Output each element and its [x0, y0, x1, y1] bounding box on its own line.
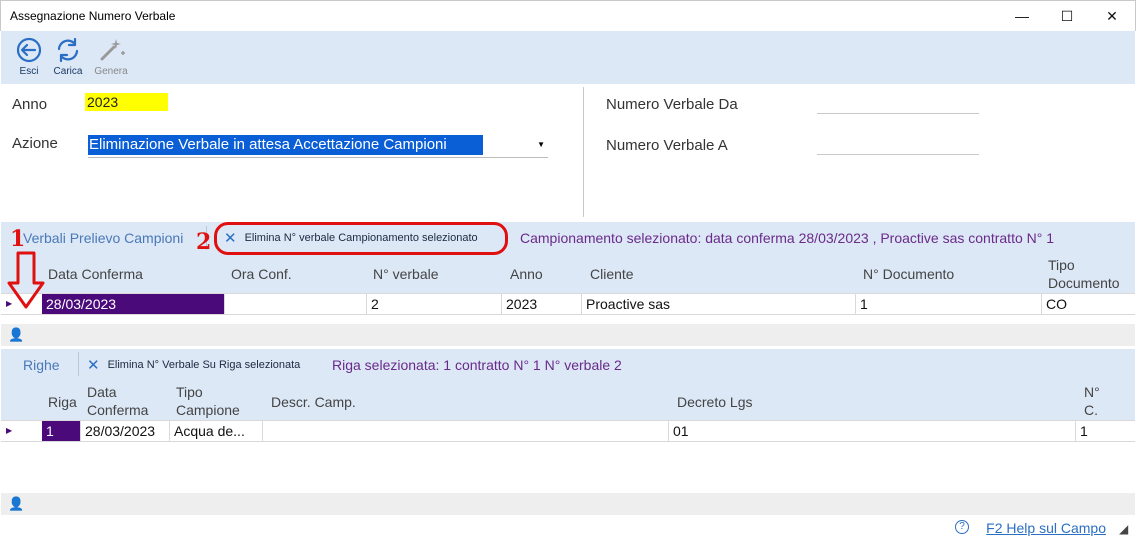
azione-label: Azione	[12, 135, 58, 152]
verbali-selection-info: Campionamento selezionato: data conferma…	[520, 230, 1055, 246]
refresh-icon	[57, 37, 79, 63]
annotation-marker-2: 2	[196, 229, 212, 255]
righe-grid-header	[1, 380, 1135, 420]
col-tipo-campione[interactable]: Tipo Campione	[176, 383, 240, 419]
cell-descr-camp[interactable]	[263, 421, 669, 441]
carica-button[interactable]: Carica	[47, 35, 89, 81]
cell-tipo-campione[interactable]: Acqua de...	[170, 421, 263, 441]
numero-verbale-a-label: Numero Verbale A	[606, 137, 728, 154]
azione-dropdown[interactable]: Eliminazione Verbale in attesa Accettazi…	[88, 134, 548, 158]
maximize-button[interactable]: ☐	[1044, 1, 1090, 31]
window-title: Assegnazione Numero Verbale	[10, 9, 176, 23]
righe-selection-info: Riga selezionata: 1 contratto N° 1 N° ve…	[332, 357, 622, 373]
close-button[interactable]: ✕	[1089, 1, 1135, 31]
carica-label: Carica	[53, 66, 83, 77]
annotation-marker-1: 1	[10, 226, 26, 252]
cell-cliente[interactable]: Proactive sas	[582, 294, 856, 314]
row-indicator-icon: ▶	[6, 426, 13, 435]
close-x-icon: ✕	[87, 357, 100, 374]
numero-verbale-a-input[interactable]	[817, 154, 979, 155]
elimina-riga-label: Elimina N° Verbale Su Riga selezionata	[107, 359, 301, 371]
person-icon[interactable]: 👤	[8, 327, 24, 343]
col-ora-conf[interactable]: Ora Conf.	[231, 266, 292, 282]
close-icon: ✕	[1106, 7, 1118, 24]
person-icon[interactable]: 👤	[8, 496, 24, 512]
verbali-grid-footer: 👤	[1, 324, 1135, 346]
col-tipo-campione-line2: Campione	[176, 402, 240, 418]
col-n-c-line1: N°	[1084, 384, 1100, 400]
table-row[interactable]: ▶ 1 28/03/2023 Acqua de... 01 1	[1, 420, 1135, 442]
maximize-icon: ☐	[1060, 7, 1074, 24]
cell-ora-conf[interactable]	[225, 294, 367, 314]
elimina-riga-button[interactable]: ✕ Elimina N° Verbale Su Riga selezionata	[87, 356, 300, 374]
table-row[interactable]: ▶ 28/03/2023 2 2023 Proactive sas 1 CO	[1, 293, 1135, 315]
azione-selected-value: Eliminazione Verbale in attesa Accettazi…	[88, 135, 483, 155]
help-circle-icon: ?	[955, 520, 969, 534]
minimize-button[interactable]: —	[999, 1, 1045, 31]
col-data-conferma-line1: Data	[87, 384, 117, 400]
col-tipo-documento-line2: Documento	[1048, 275, 1120, 291]
cell-decreto-lgs[interactable]: 01	[669, 421, 1076, 441]
cell-n-verbale[interactable]: 2	[367, 294, 502, 314]
col-n-c[interactable]: N° C.	[1084, 383, 1100, 419]
righe-section-title: Righe	[23, 357, 60, 373]
annotation-highlight-oval	[214, 222, 508, 255]
col-tipo-campione-line1: Tipo	[176, 384, 203, 400]
numero-verbale-da-label: Numero Verbale Da	[606, 96, 738, 113]
form-divider	[583, 87, 584, 217]
cell-riga[interactable]: 1	[42, 421, 81, 441]
esci-button[interactable]: Esci	[8, 35, 50, 81]
title-bar: Assegnazione Numero Verbale — ☐ ✕	[0, 0, 1136, 31]
cell-n-documento[interactable]: 1	[856, 294, 1042, 314]
strip-separator	[78, 352, 79, 376]
resize-grip-icon[interactable]: ◢	[1119, 522, 1128, 536]
righe-grid-footer: 👤	[1, 493, 1135, 515]
col-n-c-line2: C.	[1084, 402, 1098, 418]
numero-verbale-da-input[interactable]	[817, 113, 979, 114]
anno-input[interactable]: 2023	[85, 93, 168, 111]
cell-tipo-documento[interactable]: CO	[1042, 294, 1135, 314]
back-arrow-icon	[16, 37, 42, 63]
cell-n-c[interactable]: 1	[1076, 421, 1135, 441]
cell-data-conferma[interactable]: 28/03/2023	[42, 294, 225, 314]
dropdown-arrow-icon[interactable]: ▼	[537, 140, 545, 149]
col-cliente[interactable]: Cliente	[590, 266, 634, 282]
genera-label: Genera	[94, 66, 128, 77]
verbali-grid-header	[1, 255, 1135, 293]
verbali-section-title: Verbali Prelievo Campioni	[23, 230, 184, 246]
col-data-conferma-line2: Conferma	[87, 402, 149, 418]
cell-data-conferma[interactable]: 28/03/2023	[81, 421, 170, 441]
col-descr-camp[interactable]: Descr. Camp.	[271, 394, 356, 410]
help-link[interactable]: F2 Help sul Campo	[986, 520, 1106, 536]
col-riga[interactable]: Riga	[48, 394, 77, 410]
col-decreto-lgs[interactable]: Decreto Lgs	[677, 394, 752, 410]
esci-label: Esci	[19, 66, 39, 77]
toolbar: Esci Carica Genera	[1, 31, 1135, 84]
col-anno[interactable]: Anno	[510, 266, 543, 282]
anno-label: Anno	[12, 96, 48, 113]
minimize-icon: —	[1015, 8, 1029, 24]
col-data-conferma[interactable]: Data Conferma	[87, 383, 148, 419]
col-n-documento[interactable]: N° Documento	[863, 266, 954, 282]
col-n-verbale[interactable]: N° verbale	[373, 266, 439, 282]
col-tipo-documento-line1: Tipo	[1048, 257, 1075, 273]
genera-button[interactable]: Genera	[90, 35, 132, 81]
cell-anno[interactable]: 2023	[502, 294, 582, 314]
col-data-conferma[interactable]: Data Conferma	[48, 266, 143, 282]
wand-icon	[100, 39, 125, 61]
annotation-down-arrow-icon	[7, 251, 45, 309]
col-tipo-documento[interactable]: Tipo Documento	[1048, 256, 1120, 292]
